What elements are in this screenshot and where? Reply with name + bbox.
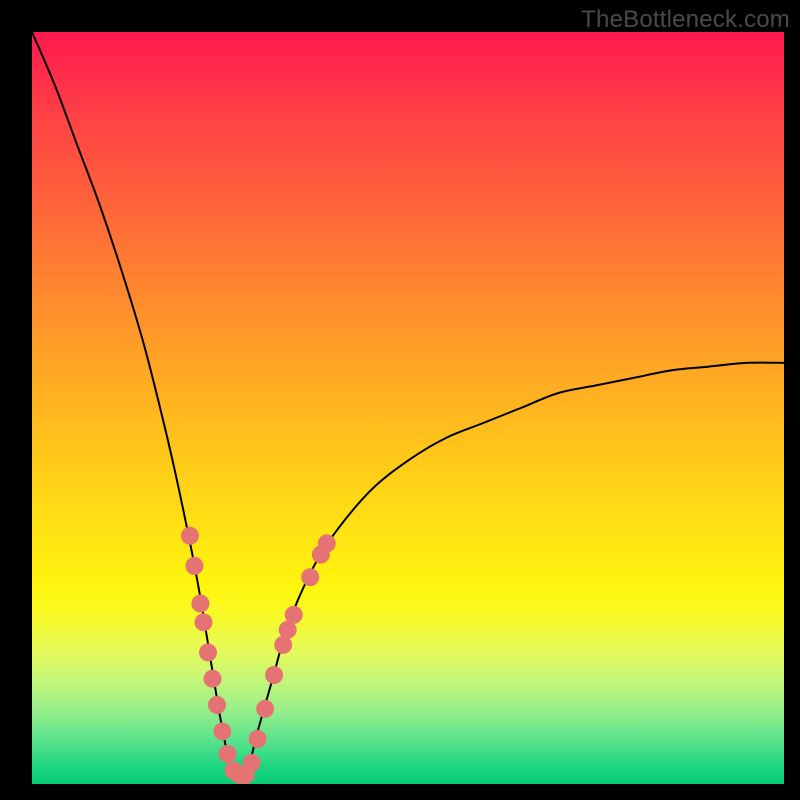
curve-marker (318, 534, 336, 552)
curve-marker (181, 527, 199, 545)
curve-marker (301, 568, 319, 586)
chart-frame: TheBottleneck.com (0, 0, 800, 800)
curve-marker (191, 595, 209, 613)
curve-marker (256, 700, 274, 718)
curve-marker (204, 670, 222, 688)
curve-marker (243, 754, 261, 772)
plot-area (32, 32, 784, 784)
watermark-text: TheBottleneck.com (581, 6, 790, 34)
curve-marker (265, 666, 283, 684)
curve-marker (199, 643, 217, 661)
curve-marker (219, 745, 237, 763)
curve-marker (208, 696, 226, 714)
curve-marker (195, 613, 213, 631)
curve-marker (285, 606, 303, 624)
bottleneck-curve-svg (32, 32, 784, 784)
marker-group (181, 527, 336, 784)
curve-marker (213, 722, 231, 740)
curve-marker (249, 730, 267, 748)
bottleneck-curve-path (32, 32, 784, 779)
curve-marker (185, 557, 203, 575)
